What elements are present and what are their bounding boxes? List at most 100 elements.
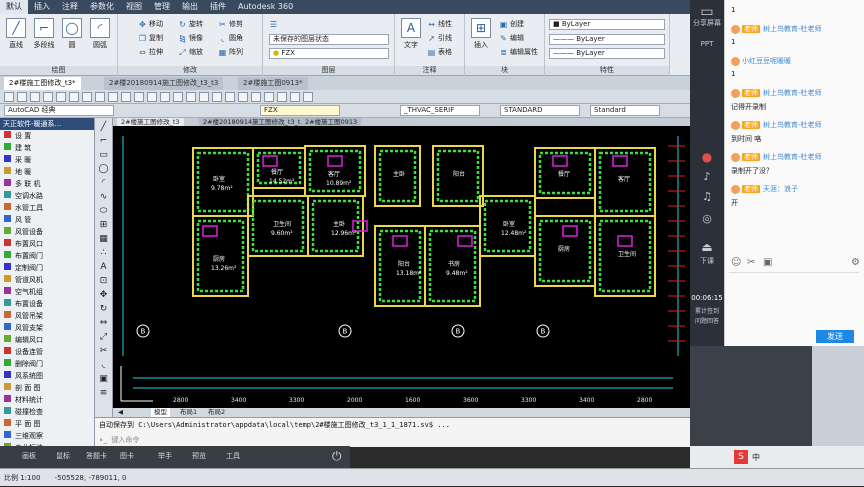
panel-item-15[interactable]: 风管吊架 [0,310,94,322]
vertical-tool-icon-9[interactable]: ∴ [98,248,109,259]
scale-readout[interactable]: 比例 1:100 [4,474,40,482]
panel-item-10[interactable]: 布置阀门 [0,250,94,262]
music-icon[interactable]: ♫ [690,190,724,203]
scale-button[interactable]: ⤢ 缩放 [178,47,203,58]
toolbar-icon-5[interactable] [69,92,79,102]
toolbar-icon-10[interactable] [134,92,144,102]
doc-tab-1[interactable]: 2#楼施工图修改_t3* [4,77,81,90]
image-icon[interactable]: ▣ [763,257,772,268]
emoji-icon[interactable]: ☺ [731,257,741,268]
panel-item-22[interactable]: 材料统计 [0,394,94,406]
float-btn-card[interactable]: 图卡 [120,451,134,461]
camera-icon[interactable]: ◎ [690,212,724,225]
menu-item-2[interactable]: 注释 [56,0,84,14]
end-class-icon[interactable]: ⏏ [690,240,724,254]
settings-icon[interactable]: ⚙ [851,257,860,268]
menu-item-7[interactable]: 插件 [204,0,232,14]
toolbar-icon-20[interactable] [264,92,274,102]
linear-dim-button[interactable]: ↔ 线性 [427,19,452,30]
move-button[interactable]: ✥ 移动 [138,19,163,30]
color-combo[interactable]: ■ ByLayer [549,19,665,30]
layout-tab-2[interactable]: 布局2 [205,408,228,417]
layout-tab-model[interactable]: 模型 [151,408,170,417]
toolbar-icon-6[interactable] [82,92,92,102]
table-button[interactable]: ▤ 表格 [427,47,452,58]
toolbar-icon-2[interactable] [30,92,40,102]
panel-item-7[interactable]: 风 管 [0,214,94,226]
panel-item-11[interactable]: 定制阀门 [0,262,94,274]
vertical-tool-icon-15[interactable]: ⤢ [98,332,109,343]
float-btn-preview[interactable]: 预览 [192,451,206,461]
drawing-canvas[interactable]: 2800 3400 3300 2000 1600 3600 3300 3400 2800 卧室 9.… [113,126,690,408]
panel-item-24[interactable]: 平 面 图 [0,418,94,430]
doc-tab-2[interactable]: 2#楼20180914施工图修改_t3_t3 [104,77,224,90]
command-line[interactable]: 自动保存到 C:\Users\Administrator\appdata\loc… [95,417,690,447]
command-prompt[interactable]: 键入命令 [111,435,139,445]
vertical-tool-icon-14[interactable]: ⇔ [98,318,109,329]
scissors-icon[interactable]: ✂ [747,257,755,268]
panel-item-8[interactable]: 风管设备 [0,226,94,238]
float-btn-answer[interactable]: 答题卡 [86,451,107,461]
vertical-tool-icon-17[interactable]: ◟ [98,360,109,371]
vertical-tool-icon-5[interactable]: ∿ [98,192,109,203]
text-style-combo[interactable]: _THVAC_SERIF [400,105,480,116]
vertical-tool-icon-8[interactable]: ▦ [98,234,109,245]
insert-block-button[interactable]: ⊞ 插入 [467,18,495,50]
polyline-button[interactable]: ⌐ 多段线 [30,18,58,50]
toolbar-icon-12[interactable] [160,92,170,102]
arc-button[interactable]: ◜ 圆弧 [86,18,114,50]
toolbar-icon-21[interactable] [277,92,287,102]
vertical-tool-icon-4[interactable]: ◜ [98,178,109,189]
linetype-combo[interactable]: ——— ByLayer [549,34,665,45]
ime-mode-label[interactable]: 中 [752,452,760,463]
panel-item-14[interactable]: 布置设备 [0,298,94,310]
vertical-tool-icon-10[interactable]: A [98,262,109,273]
trim-button[interactable]: ✂ 修剪 [218,19,243,30]
menu-item-4[interactable]: 视图 [120,0,148,14]
nav-first-icon[interactable]: ◀ [115,408,126,417]
ppt-label[interactable]: PPT [690,40,724,48]
record-icon[interactable]: ● [690,150,724,164]
toolbar-icon-14[interactable] [186,92,196,102]
table-style-combo[interactable]: Standard [590,105,660,116]
toolbar-icon-17[interactable] [225,92,235,102]
panel-item-3[interactable]: 地 暖 [0,166,94,178]
panel-item-13[interactable]: 空气机组 [0,286,94,298]
panel-item-18[interactable]: 设备连管 [0,346,94,358]
menu-item-5[interactable]: 管理 [148,0,176,14]
toolbar-icon-1[interactable] [17,92,27,102]
vertical-tool-icon-16[interactable]: ✂ [98,346,109,357]
rotate-button[interactable]: ↻ 旋转 [178,19,203,30]
send-button[interactable]: 发送 [816,330,854,343]
layer-combo[interactable]: ● FZX [269,48,389,59]
vertical-tool-icon-7[interactable]: ⊞ [98,220,109,231]
power-icon[interactable]: ⏻ [332,449,342,464]
menu-item-6[interactable]: 输出 [176,0,204,14]
toolbar-icon-16[interactable] [212,92,222,102]
panel-item-20[interactable]: 风系统图 [0,370,94,382]
stretch-button[interactable]: ⇔ 拉伸 [138,47,163,58]
toolbar-icon-9[interactable] [121,92,131,102]
vertical-tool-icon-0[interactable]: ╱ [98,122,109,133]
panel-item-12[interactable]: 管道风机 [0,274,94,286]
edit-block-button[interactable]: ✎ 编辑 [499,33,524,44]
circle-button[interactable]: ◯ 圆 [58,18,86,50]
ime-logo-icon[interactable]: S [734,450,748,464]
toolbar-layer-combo[interactable]: FZX [260,105,340,116]
mirror-button[interactable]: ⧎ 镜像 [178,33,203,44]
panel-item-0[interactable]: 设 置 [0,130,94,142]
layout-tab-1[interactable]: 布局1 [177,408,200,417]
workspace-combo[interactable]: AutoCAD 经典 [4,105,114,116]
toolbar-icon-11[interactable] [147,92,157,102]
lineweight-combo[interactable]: ——— ByLayer [549,48,665,59]
line-button[interactable]: ╱ 直线 [2,18,30,50]
float-btn-hand[interactable]: 举手 [158,451,172,461]
panel-item-6[interactable]: 水管工具 [0,202,94,214]
panel-item-19[interactable]: 删除阀门 [0,358,94,370]
toolbar-icon-15[interactable] [199,92,209,102]
array-button[interactable]: ▦ 阵列 [218,47,243,58]
toolbar-icon-18[interactable] [238,92,248,102]
panel-item-16[interactable]: 风管支架 [0,322,94,334]
toolbar-icon-4[interactable] [56,92,66,102]
vertical-tool-icon-12[interactable]: ✥ [98,290,109,301]
